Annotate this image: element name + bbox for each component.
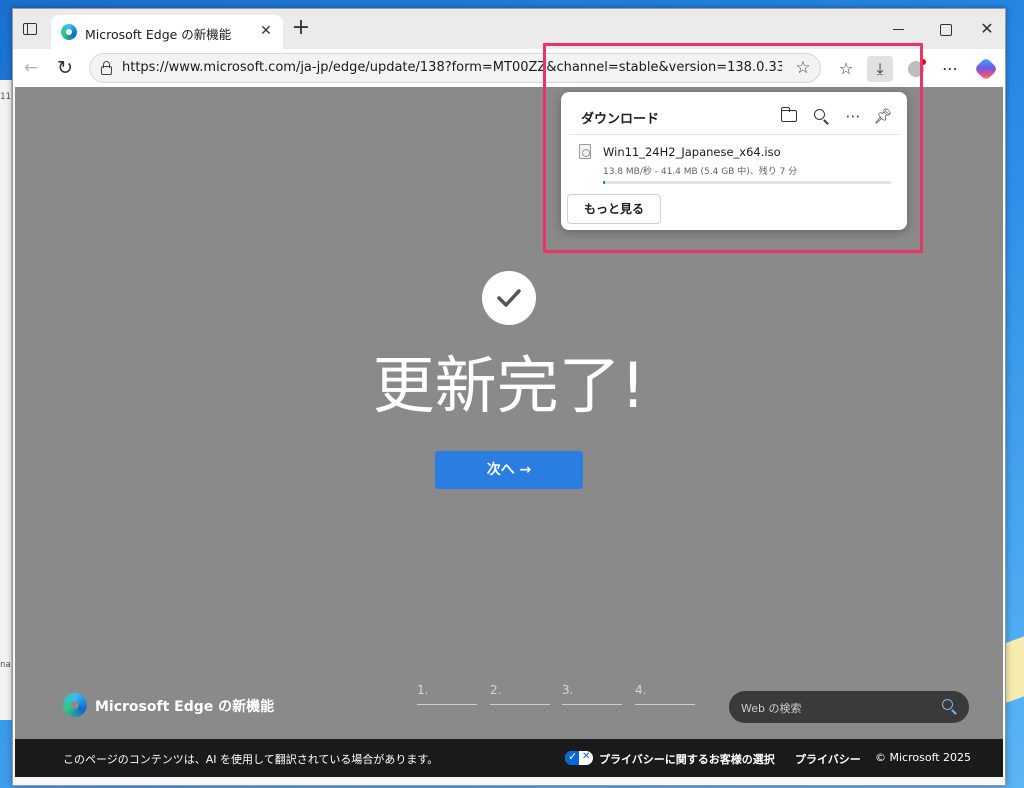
- page-footer: このページのコンテンツは、AI を使用して翻訳されている場合があります。 ✓ ✕ …: [15, 739, 1003, 777]
- refresh-button[interactable]: ↻: [53, 56, 77, 80]
- checkmark-icon: [482, 271, 536, 325]
- web-search-input[interactable]: Web の検索: [729, 691, 969, 723]
- tab-actions-button[interactable]: [19, 18, 41, 40]
- page-title: 更新完了!: [372, 349, 646, 422]
- step-indicator[interactable]: 1.: [417, 683, 477, 705]
- back-button[interactable]: ←: [19, 56, 43, 80]
- privacy-link[interactable]: プライバシー: [795, 751, 861, 767]
- copilot-icon[interactable]: [973, 56, 999, 82]
- step-indicator[interactable]: 4.: [635, 683, 695, 705]
- close-window-button[interactable]: ✕: [975, 17, 999, 41]
- minimize-button[interactable]: [887, 17, 911, 41]
- edge-logo-icon: [63, 693, 87, 717]
- search-icon[interactable]: [941, 698, 959, 716]
- browser-window: Microsoft Edge の新機能 ✕ + ✕ ← ↻ https://ww…: [12, 8, 1006, 786]
- settings-more-icon[interactable]: ⋯: [937, 56, 963, 82]
- brand-text: Microsoft Edge の新機能: [95, 699, 275, 715]
- privacy-options-icon: ✓ ✕: [565, 750, 593, 765]
- desktop-background-window: [0, 80, 12, 720]
- site-info-icon[interactable]: [100, 61, 113, 75]
- search-placeholder: Web の検索: [741, 702, 802, 715]
- edge-favicon-icon: [61, 24, 77, 40]
- tab-active[interactable]: Microsoft Edge の新機能 ✕: [51, 15, 283, 49]
- highlight-annotation: [543, 43, 923, 253]
- next-button[interactable]: 次へ →: [435, 451, 583, 489]
- tab-close-icon[interactable]: ✕: [257, 22, 275, 40]
- step-indicator[interactable]: 3.: [562, 683, 622, 705]
- translation-note: このページのコンテンツは、AI を使用して翻訳されている場合があります。: [63, 753, 439, 766]
- copyright: © Microsoft 2025: [875, 751, 972, 764]
- desktop-text-fragment: na: [0, 660, 11, 670]
- tab-actions-icon: [23, 23, 37, 35]
- new-tab-button[interactable]: +: [289, 17, 313, 41]
- step-indicator[interactable]: 2.: [490, 683, 550, 705]
- tab-title: Microsoft Edge の新機能: [85, 27, 232, 42]
- desktop-sticky-note: [1004, 636, 1024, 704]
- desktop-text-fragment: 11: [0, 92, 11, 102]
- maximize-button[interactable]: [933, 17, 957, 41]
- privacy-choice-text: プライバシーに関するお客様の選択: [599, 753, 775, 766]
